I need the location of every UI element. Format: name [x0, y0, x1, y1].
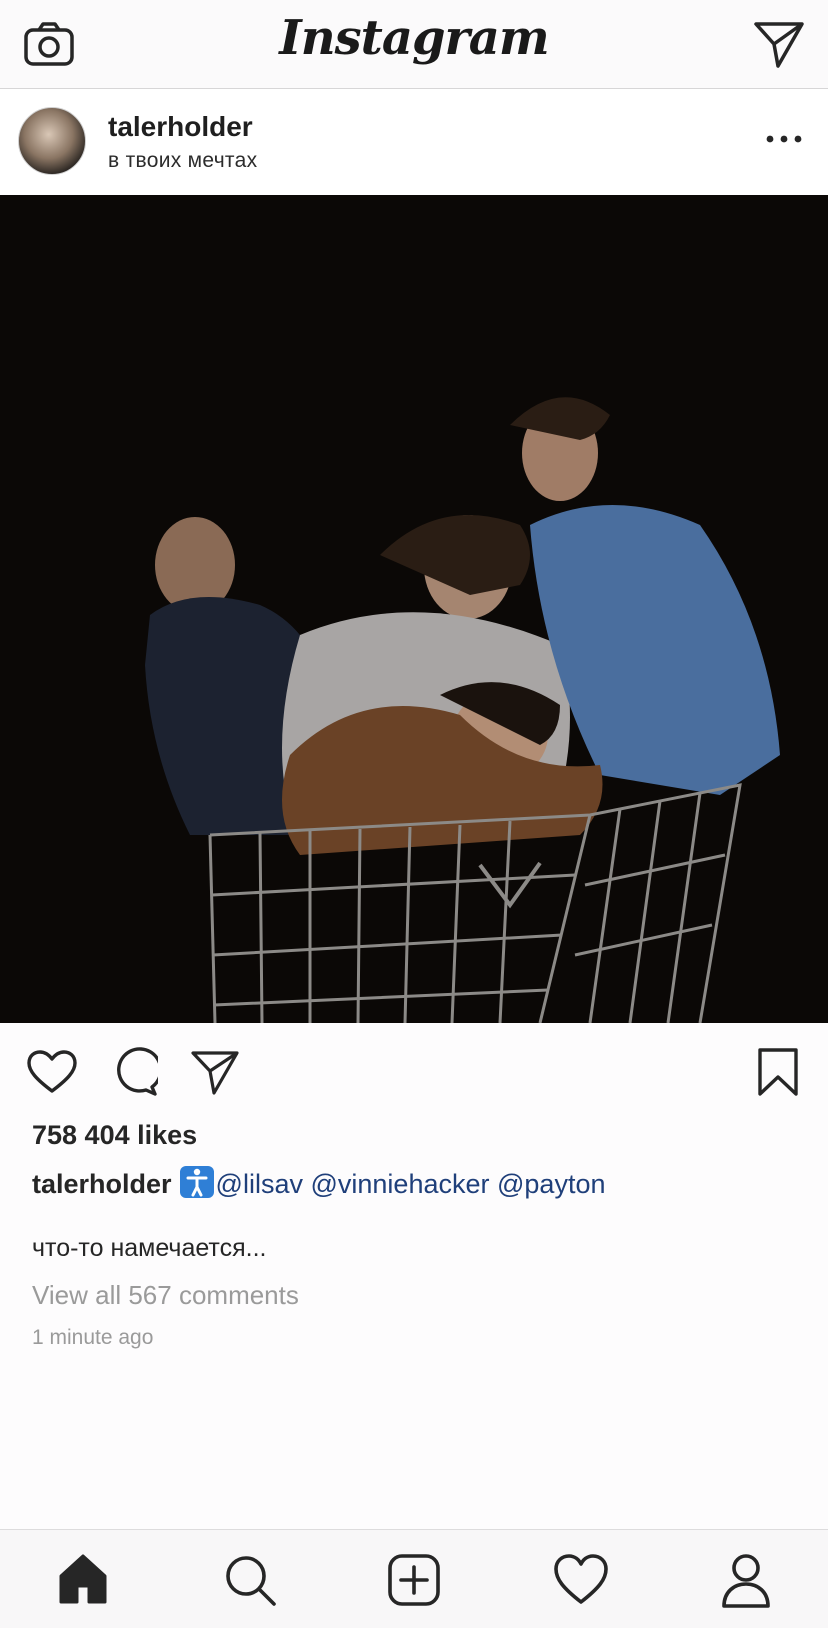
instagram-feed-screen: Instagram talerholder в твоих мечтах 758…	[0, 0, 828, 1628]
person-standing-emoji	[179, 1166, 214, 1198]
profile-icon[interactable]	[716, 1550, 776, 1610]
mention-link[interactable]: @payton	[497, 1169, 605, 1199]
mention-link[interactable]: @lilsav	[216, 1169, 303, 1199]
new-post-icon[interactable]	[384, 1550, 444, 1610]
likes-count[interactable]: 758 404 likes	[32, 1120, 197, 1151]
post-photo[interactable]	[0, 195, 828, 1023]
share-icon[interactable]	[190, 1049, 240, 1097]
mention-link[interactable]: @vinniehacker	[310, 1169, 489, 1199]
avatar[interactable]	[18, 107, 86, 175]
heart-icon[interactable]	[26, 1049, 78, 1095]
post-location[interactable]: в твоих мечтах	[108, 149, 257, 173]
caption-username[interactable]: talerholder	[32, 1169, 172, 1199]
direct-message-icon[interactable]	[752, 18, 806, 70]
post-actions	[0, 1023, 828, 1119]
activity-heart-icon[interactable]	[551, 1550, 611, 1610]
comment-icon[interactable]	[108, 1047, 158, 1097]
search-icon[interactable]	[220, 1550, 280, 1610]
instagram-logo: Instagram	[279, 10, 549, 66]
bottom-nav	[0, 1529, 828, 1628]
view-comments-link[interactable]: View all 567 comments	[32, 1280, 299, 1311]
post-username[interactable]: talerholder	[108, 111, 253, 143]
bookmark-icon[interactable]	[756, 1047, 800, 1097]
caption-text: что-то намечается...	[32, 1234, 267, 1262]
more-options-icon[interactable]	[764, 127, 804, 151]
caption: talerholder @lilsav @vinniehacker @payton	[32, 1166, 605, 1200]
home-icon[interactable]	[53, 1550, 113, 1610]
post-header: talerholder в твоих мечтах	[0, 89, 828, 195]
post-timestamp: 1 minute ago	[32, 1326, 154, 1349]
top-bar: Instagram	[0, 0, 828, 89]
